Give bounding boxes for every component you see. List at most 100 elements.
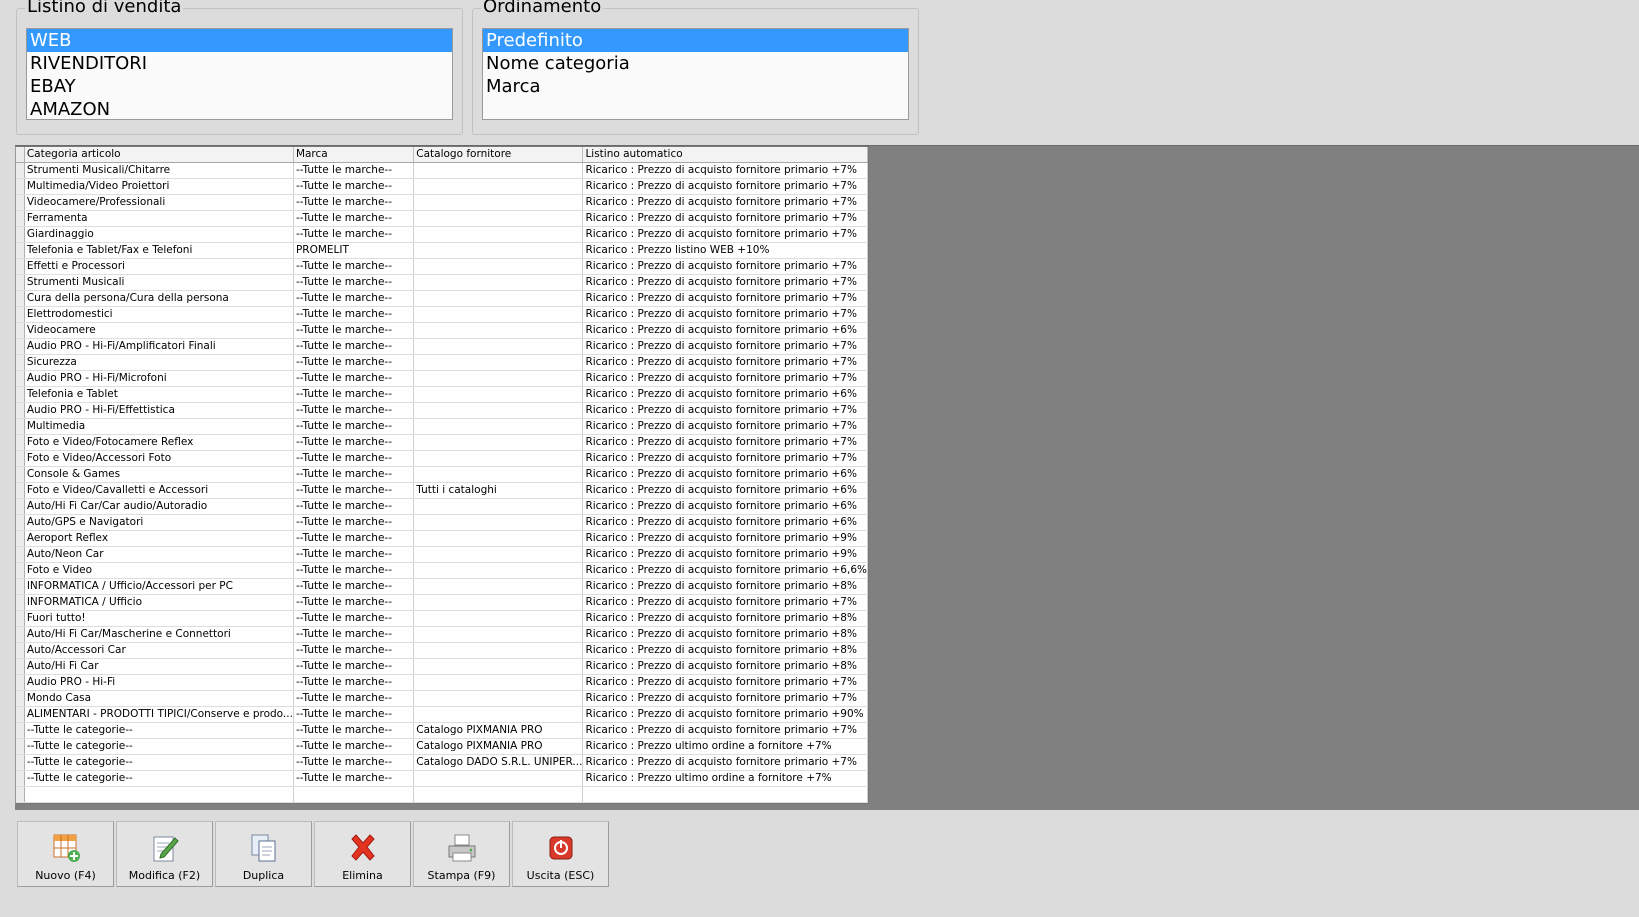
- row-indicator[interactable]: [16, 642, 25, 659]
- row-indicator[interactable]: [16, 434, 25, 451]
- cell-catalogo: [413, 610, 584, 627]
- table-row[interactable]: Strumenti Musicali/Chitarre --Tutte le ma…: [16, 162, 868, 179]
- table-row[interactable]: Auto/GPS e Navigatori --Tutte le marche--…: [16, 514, 868, 531]
- ordinamento-item[interactable]: Nome categoria: [483, 52, 908, 75]
- row-indicator[interactable]: [16, 674, 25, 691]
- row-indicator[interactable]: [16, 738, 25, 755]
- row-indicator[interactable]: [16, 402, 25, 419]
- table-row[interactable]: Mondo Casa --Tutte le marche-- Ricarico : …: [16, 690, 868, 707]
- print-button[interactable]: Stampa (F9): [413, 821, 510, 887]
- row-indicator[interactable]: [16, 498, 25, 515]
- row-indicator[interactable]: [16, 610, 25, 627]
- table-row[interactable]: Fuori tutto! --Tutte le marche-- Ricarico …: [16, 610, 868, 627]
- listini-grid[interactable]: Categoria articolo Marca Catalogo fornit…: [15, 146, 869, 804]
- edit-button[interactable]: Modifica (F2): [116, 821, 213, 887]
- row-indicator[interactable]: [16, 258, 25, 275]
- row-indicator[interactable]: [16, 274, 25, 291]
- table-row[interactable]: Elettrodomestici --Tutte le marche-- Ricar…: [16, 306, 868, 323]
- row-indicator[interactable]: [16, 562, 25, 579]
- table-row[interactable]: Giardinaggio --Tutte le marche-- Ricarico …: [16, 226, 868, 243]
- table-row[interactable]: Multimedia/Video Proiettori --Tutte le ma…: [16, 178, 868, 195]
- table-row[interactable]: Audio PRO - Hi-Fi/Effettistica --Tutte le…: [16, 402, 868, 419]
- ordinamento-listbox[interactable]: Predefinito Nome categoria Marca: [482, 28, 909, 120]
- row-indicator[interactable]: [16, 338, 25, 355]
- table-row[interactable]: Videocamere/Professionali --Tutte le marc…: [16, 194, 868, 211]
- table-row[interactable]: Effetti e Processori --Tutte le marche-- R…: [16, 258, 868, 275]
- table-row[interactable]: Telefonia e Tablet --Tutte le marche-- Ric…: [16, 386, 868, 403]
- table-row[interactable]: ALIMENTARI - PRODOTTI TIPICI/Conserve e …: [16, 706, 868, 723]
- row-indicator[interactable]: [16, 530, 25, 547]
- column-header[interactable]: Categoria articolo: [24, 147, 294, 163]
- new-button[interactable]: Nuovo (F4): [17, 821, 114, 887]
- listino-item[interactable]: WEB: [27, 29, 452, 52]
- row-indicator[interactable]: [16, 706, 25, 723]
- table-row[interactable]: Auto/Accessori Car --Tutte le marche-- Ric…: [16, 642, 868, 659]
- table-row[interactable]: --Tutte le categorie-- --Tutte le marche-…: [16, 770, 868, 787]
- table-row[interactable]: Auto/Hi Fi Car --Tutte le marche-- Ricaric…: [16, 658, 868, 675]
- row-indicator[interactable]: [16, 450, 25, 467]
- row-indicator[interactable]: [16, 578, 25, 595]
- delete-button[interactable]: Elimina: [314, 821, 411, 887]
- row-indicator[interactable]: [16, 194, 25, 211]
- row-indicator[interactable]: [16, 690, 25, 707]
- column-header[interactable]: Marca: [293, 147, 415, 163]
- table-row[interactable]: INFORMATICA / Ufficio/Accessori per PC --…: [16, 578, 868, 595]
- row-indicator[interactable]: [16, 162, 25, 179]
- row-indicator[interactable]: [16, 626, 25, 643]
- row-indicator[interactable]: [16, 770, 25, 787]
- column-header[interactable]: Catalogo fornitore: [413, 147, 584, 163]
- table-row[interactable]: --Tutte le categorie-- --Tutte le marche-…: [16, 722, 868, 739]
- row-indicator[interactable]: [16, 354, 25, 371]
- row-indicator[interactable]: [16, 514, 25, 531]
- table-row[interactable]: Auto/Hi Fi Car/Mascherine e Connettori --…: [16, 626, 868, 643]
- table-row[interactable]: Audio PRO - Hi-Fi/Amplificatori Finali --…: [16, 338, 868, 355]
- listino-item[interactable]: RIVENDITORI: [27, 52, 452, 75]
- row-indicator[interactable]: [16, 242, 25, 259]
- row-indicator[interactable]: [16, 322, 25, 339]
- table-row[interactable]: Foto e Video --Tutte le marche-- Ricarico …: [16, 562, 868, 579]
- row-indicator[interactable]: [16, 306, 25, 323]
- table-row[interactable]: Foto e Video/Fotocamere Reflex --Tutte le…: [16, 434, 868, 451]
- listino-item[interactable]: AMAZON: [27, 98, 452, 119]
- column-header[interactable]: Listino automatico: [582, 147, 868, 163]
- table-row[interactable]: Aeroport Reflex --Tutte le marche-- Ricari…: [16, 530, 868, 547]
- table-row[interactable]: Console & Games --Tutte le marche-- Ricari…: [16, 466, 868, 483]
- table-row[interactable]: Auto/Hi Fi Car/Car audio/Autoradio --Tutt…: [16, 498, 868, 515]
- table-row[interactable]: --Tutte le categorie-- --Tutte le marche-…: [16, 754, 868, 771]
- table-row[interactable]: Videocamere --Tutte le marche-- Ricarico :…: [16, 322, 868, 339]
- table-row[interactable]: Telefonia e Tablet/Fax e Telefoni PROMELI…: [16, 242, 868, 259]
- listino-listbox[interactable]: WEB RIVENDITORI EBAY AMAZON: [26, 28, 453, 120]
- row-indicator[interactable]: [16, 210, 25, 227]
- table-row[interactable]: Foto e Video/Accessori Foto --Tutte le ma…: [16, 450, 868, 467]
- table-row[interactable]: Multimedia --Tutte le marche-- Ricarico : …: [16, 418, 868, 435]
- table-row[interactable]: Foto e Video/Cavalletti e Accessori --Tut…: [16, 482, 868, 499]
- row-indicator[interactable]: [16, 370, 25, 387]
- table-row[interactable]: Ferramenta --Tutte le marche-- Ricarico : …: [16, 210, 868, 227]
- table-row[interactable]: Strumenti Musicali --Tutte le marche-- Ric…: [16, 274, 868, 291]
- row-indicator[interactable]: [16, 482, 25, 499]
- ordinamento-item[interactable]: Marca: [483, 75, 908, 98]
- table-row[interactable]: Audio PRO - Hi-Fi --Tutte le marche-- Rica…: [16, 674, 868, 691]
- empty-row[interactable]: [16, 786, 868, 803]
- table-row[interactable]: Audio PRO - Hi-Fi/Microfoni --Tutte le ma…: [16, 370, 868, 387]
- row-indicator[interactable]: [16, 226, 25, 243]
- table-row[interactable]: --Tutte le categorie-- --Tutte le marche-…: [16, 738, 868, 755]
- ordinamento-item[interactable]: Predefinito: [483, 29, 908, 52]
- row-indicator[interactable]: [16, 290, 25, 307]
- duplicate-button[interactable]: Duplica: [215, 821, 312, 887]
- row-indicator[interactable]: [16, 466, 25, 483]
- row-indicator[interactable]: [16, 418, 25, 435]
- row-indicator[interactable]: [16, 658, 25, 675]
- exit-button[interactable]: Uscita (ESC): [512, 821, 609, 887]
- table-row[interactable]: Sicurezza --Tutte le marche-- Ricarico : P…: [16, 354, 868, 371]
- row-indicator[interactable]: [16, 178, 25, 195]
- listino-item[interactable]: EBAY: [27, 75, 452, 98]
- table-row[interactable]: Cura della persona/Cura della persona --T…: [16, 290, 868, 307]
- row-indicator[interactable]: [16, 754, 25, 771]
- row-indicator[interactable]: [16, 722, 25, 739]
- row-indicator[interactable]: [16, 594, 25, 611]
- table-row[interactable]: INFORMATICA / Ufficio --Tutte le marche--…: [16, 594, 868, 611]
- row-indicator[interactable]: [16, 386, 25, 403]
- table-row[interactable]: Auto/Neon Car --Tutte le marche-- Ricarico…: [16, 546, 868, 563]
- row-indicator[interactable]: [16, 546, 25, 563]
